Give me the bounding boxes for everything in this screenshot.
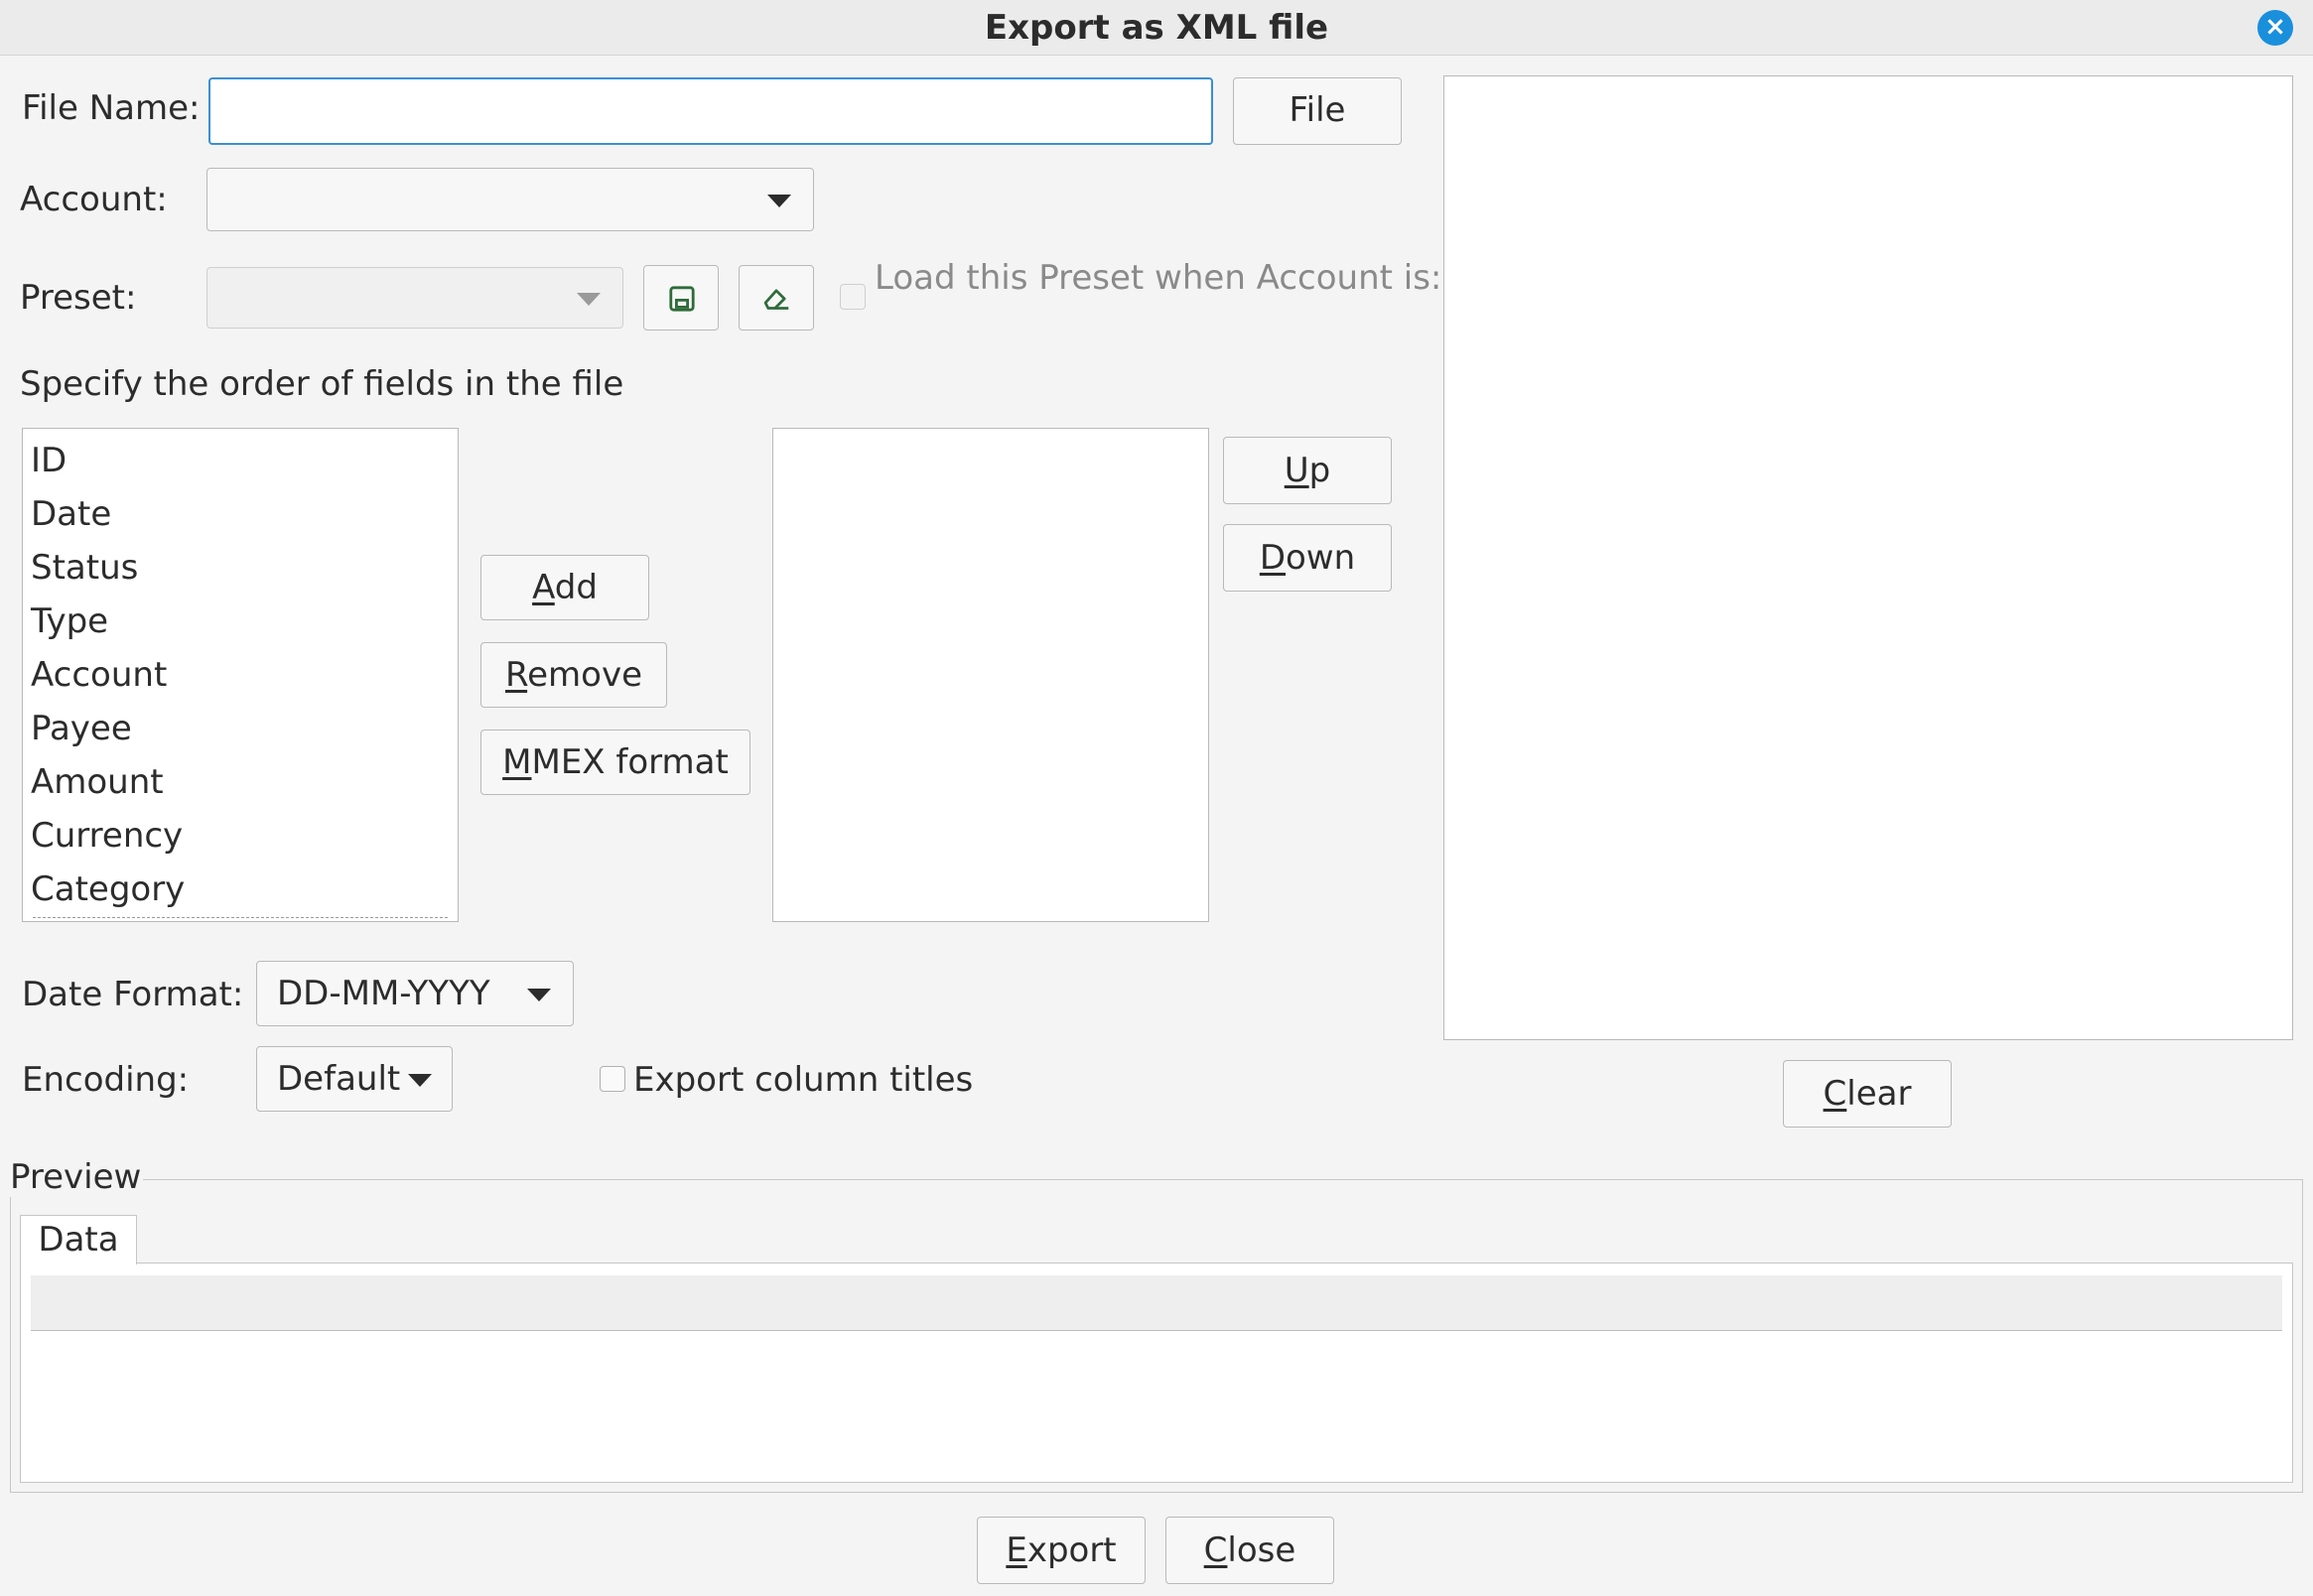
export-button[interactable]: Export: [977, 1517, 1146, 1584]
list-focus-marker: [33, 917, 448, 918]
mmex-format-button[interactable]: MMEX format: [480, 730, 750, 795]
remove-label-rest: emove: [527, 655, 642, 695]
list-item[interactable]: Type: [23, 595, 458, 648]
chevron-down-icon: [577, 293, 601, 306]
mmex-label-rest: MEX format: [531, 742, 729, 782]
available-fields-list[interactable]: ID Date Status Type Account Payee Amount…: [22, 428, 459, 922]
clear-mnemonic: C: [1823, 1074, 1847, 1114]
load-preset-checkbox[interactable]: [840, 284, 866, 310]
chevron-down-icon: [767, 195, 791, 207]
preview-label: Preview: [10, 1157, 144, 1197]
export-titles-checkbox[interactable]: [600, 1066, 625, 1092]
chevron-down-icon: [408, 1074, 432, 1087]
list-item[interactable]: Payee: [23, 702, 458, 755]
tab-data[interactable]: Data: [20, 1215, 137, 1264]
down-mnemonic: D: [1259, 538, 1286, 578]
close-icon[interactable]: ×: [2257, 10, 2293, 46]
list-item[interactable]: Amount: [23, 755, 458, 809]
add-mnemonic: A: [532, 568, 555, 607]
encoding-value: Default: [277, 1059, 401, 1099]
remove-mnemonic: R: [505, 655, 528, 695]
list-item[interactable]: Status: [23, 541, 458, 595]
down-label-rest: own: [1286, 538, 1356, 578]
load-preset-label: Load this Preset when Account is:: [875, 258, 1442, 298]
save-icon: [669, 286, 695, 312]
preview-tab-pane: [20, 1263, 2293, 1483]
save-preset-button[interactable]: [643, 265, 719, 331]
up-label-rest: p: [1308, 451, 1331, 490]
list-item[interactable]: Currency: [23, 809, 458, 863]
up-mnemonic: U: [1284, 451, 1309, 490]
add-button[interactable]: Add: [480, 555, 649, 620]
preset-label: Preset:: [20, 278, 137, 318]
date-format-value: DD-MM-YYYY: [277, 974, 490, 1013]
down-button[interactable]: Down: [1223, 524, 1392, 592]
clear-button[interactable]: Clear: [1783, 1060, 1952, 1128]
encoding-dropdown[interactable]: Default: [256, 1046, 453, 1112]
eraser-icon: [763, 289, 789, 310]
selected-fields-list[interactable]: [772, 428, 1209, 922]
date-format-label: Date Format:: [22, 975, 244, 1014]
window-title: Export as XML file: [984, 8, 1329, 48]
clear-preset-button[interactable]: [739, 265, 814, 331]
encoding-label: Encoding:: [22, 1060, 190, 1100]
list-item[interactable]: Account: [23, 648, 458, 702]
add-label-rest: dd: [554, 568, 598, 607]
fields-heading: Specify the order of fields in the file: [20, 364, 624, 404]
export-label-rest: xport: [1026, 1530, 1117, 1570]
mmex-mnemonic: M: [502, 742, 532, 782]
list-item[interactable]: Category: [23, 863, 458, 916]
chevron-down-icon: [527, 989, 551, 1001]
close-label-rest: lose: [1227, 1530, 1296, 1570]
preview-grid-header: [31, 1275, 2282, 1331]
account-label: Account:: [20, 180, 168, 219]
clear-label-rest: lear: [1846, 1074, 1912, 1114]
export-mnemonic: E: [1006, 1530, 1027, 1570]
preset-dropdown[interactable]: [206, 267, 623, 329]
file-button[interactable]: File: [1233, 77, 1402, 145]
file-name-input[interactable]: [208, 77, 1213, 145]
list-item[interactable]: Date: [23, 487, 458, 541]
output-log-panel: [1443, 75, 2293, 1040]
file-name-label: File Name:: [22, 88, 201, 128]
date-format-dropdown[interactable]: DD-MM-YYYY: [256, 961, 574, 1026]
close-button[interactable]: Close: [1165, 1517, 1334, 1584]
export-titles-label: Export column titles: [633, 1060, 974, 1100]
account-dropdown[interactable]: [206, 168, 814, 231]
list-item[interactable]: ID: [23, 434, 458, 487]
close-mnemonic: C: [1203, 1530, 1228, 1570]
up-button[interactable]: Up: [1223, 437, 1392, 504]
remove-button[interactable]: Remove: [480, 642, 667, 708]
